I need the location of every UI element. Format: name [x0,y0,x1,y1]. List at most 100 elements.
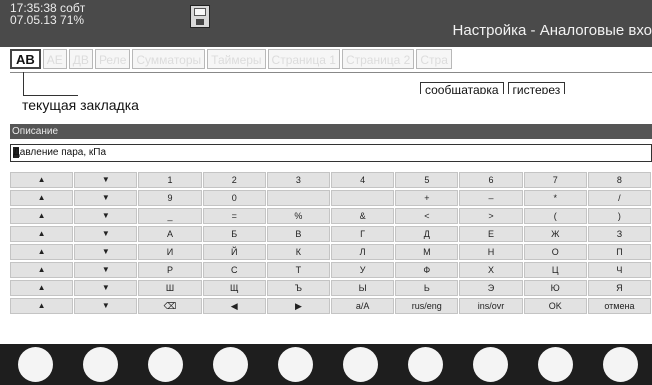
tab-2[interactable]: ДВ [68,49,93,69]
key-0-2[interactable]: 1 [138,172,202,188]
key-3-9[interactable]: З [587,226,652,242]
scroll-down-key[interactable]: ▼ [74,262,138,278]
key-7-3[interactable]: ◀ [202,298,266,314]
key-2-8[interactable]: ( [523,208,587,224]
key-5-6[interactable]: Ф [395,262,459,278]
softkey-button-1[interactable] [18,347,53,382]
key-2-9[interactable]: ) [587,208,652,224]
tab-7[interactable]: Страница 2 [341,49,415,69]
key-0-4[interactable]: 3 [266,172,331,188]
scroll-up-key[interactable]: ▲ [10,280,74,296]
scroll-down-key[interactable]: ▼ [74,244,138,260]
scroll-up-key[interactable]: ▲ [10,208,74,224]
key-6-2[interactable]: Ш [138,280,202,296]
key-5-2[interactable]: Р [138,262,202,278]
softkey-button-3[interactable] [148,347,183,382]
key-0-8[interactable]: 7 [523,172,587,188]
key-2-2[interactable]: _ [138,208,202,224]
softkey-button-2[interactable] [83,347,118,382]
tab-4[interactable]: Сумматоры [132,49,206,69]
tab-3[interactable]: Реле [94,49,131,69]
key-1-7[interactable]: – [459,190,523,206]
key-1-4[interactable] [266,190,331,206]
tab-5[interactable]: Таймеры [207,49,266,69]
softkey-button-4[interactable] [213,347,248,382]
scroll-down-key[interactable]: ▼ [74,226,138,242]
key-7-5[interactable]: а/А [331,298,395,314]
key-4-2[interactable]: И [138,244,202,260]
key-7-4[interactable]: ▶ [266,298,331,314]
key-1-6[interactable]: + [395,190,459,206]
key-0-7[interactable]: 6 [459,172,523,188]
scroll-up-key[interactable]: ▲ [10,190,74,206]
key-7-6[interactable]: rus/eng [395,298,459,314]
key-6-3[interactable]: Щ [202,280,266,296]
key-0-9[interactable]: 8 [587,172,652,188]
key-2-4[interactable]: % [266,208,331,224]
key-1-2[interactable]: 9 [138,190,202,206]
scroll-down-key[interactable]: ▼ [74,280,138,296]
scroll-down-key[interactable]: ▼ [74,298,138,314]
key-3-4[interactable]: В [266,226,331,242]
key-6-5[interactable]: Ы [331,280,395,296]
key-6-8[interactable]: Ю [523,280,587,296]
key-6-6[interactable]: Ь [395,280,459,296]
scroll-up-key[interactable]: ▲ [10,298,74,314]
key-0-3[interactable]: 2 [202,172,266,188]
key-1-9[interactable]: / [587,190,652,206]
scroll-up-key[interactable]: ▲ [10,262,74,278]
softkey-button-6[interactable] [343,347,378,382]
scroll-up-key[interactable]: ▲ [10,172,74,188]
key-4-6[interactable]: М [395,244,459,260]
key-4-8[interactable]: О [523,244,587,260]
key-4-4[interactable]: К [266,244,331,260]
key-5-9[interactable]: Ч [587,262,652,278]
softkey-button-8[interactable] [473,347,508,382]
scroll-up-key[interactable]: ▲ [10,244,74,260]
key-2-5[interactable]: & [331,208,395,224]
key-1-3[interactable]: 0 [202,190,266,206]
scroll-down-key[interactable]: ▼ [74,208,138,224]
key-4-5[interactable]: Л [331,244,395,260]
key-1-5[interactable] [331,190,395,206]
description-input[interactable]: Давление пара, кПа [10,144,652,162]
softkey-button-10[interactable] [603,347,638,382]
key-5-7[interactable]: Х [459,262,523,278]
tab-8[interactable]: Стра [416,49,452,69]
key-7-8[interactable]: OK [523,298,587,314]
key-3-6[interactable]: Д [395,226,459,242]
key-2-7[interactable]: > [459,208,523,224]
scroll-down-key[interactable]: ▼ [74,190,138,206]
scroll-down-key[interactable]: ▼ [74,172,138,188]
key-5-4[interactable]: Т [266,262,331,278]
sub-tab-1[interactable]: гистерез [507,82,566,94]
key-3-5[interactable]: Г [331,226,395,242]
key-5-3[interactable]: С [202,262,266,278]
key-5-5[interactable]: У [331,262,395,278]
key-1-8[interactable]: * [523,190,587,206]
key-6-7[interactable]: Э [459,280,523,296]
key-6-4[interactable]: Ъ [266,280,331,296]
key-7-2[interactable]: ⌫ [138,298,202,314]
key-0-5[interactable]: 4 [331,172,395,188]
key-2-6[interactable]: < [395,208,459,224]
softkey-button-5[interactable] [278,347,313,382]
tab-6[interactable]: Страница 1 [267,49,340,69]
key-4-9[interactable]: П [587,244,652,260]
key-4-3[interactable]: Й [202,244,266,260]
softkey-button-9[interactable] [538,347,573,382]
tab-1[interactable]: АЕ [42,49,67,69]
sub-tab-0[interactable]: сообщатарка [420,82,504,94]
scroll-up-key[interactable]: ▲ [10,226,74,242]
key-2-3[interactable]: = [202,208,266,224]
key-0-6[interactable]: 5 [395,172,459,188]
key-3-2[interactable]: А [138,226,202,242]
key-6-9[interactable]: Я [587,280,652,296]
key-7-9[interactable]: отмена [587,298,652,314]
key-3-7[interactable]: Е [459,226,523,242]
key-4-7[interactable]: Н [459,244,523,260]
key-5-8[interactable]: Ц [523,262,587,278]
key-7-7[interactable]: ins/ovr [459,298,523,314]
key-3-8[interactable]: Ж [523,226,587,242]
softkey-button-7[interactable] [408,347,443,382]
